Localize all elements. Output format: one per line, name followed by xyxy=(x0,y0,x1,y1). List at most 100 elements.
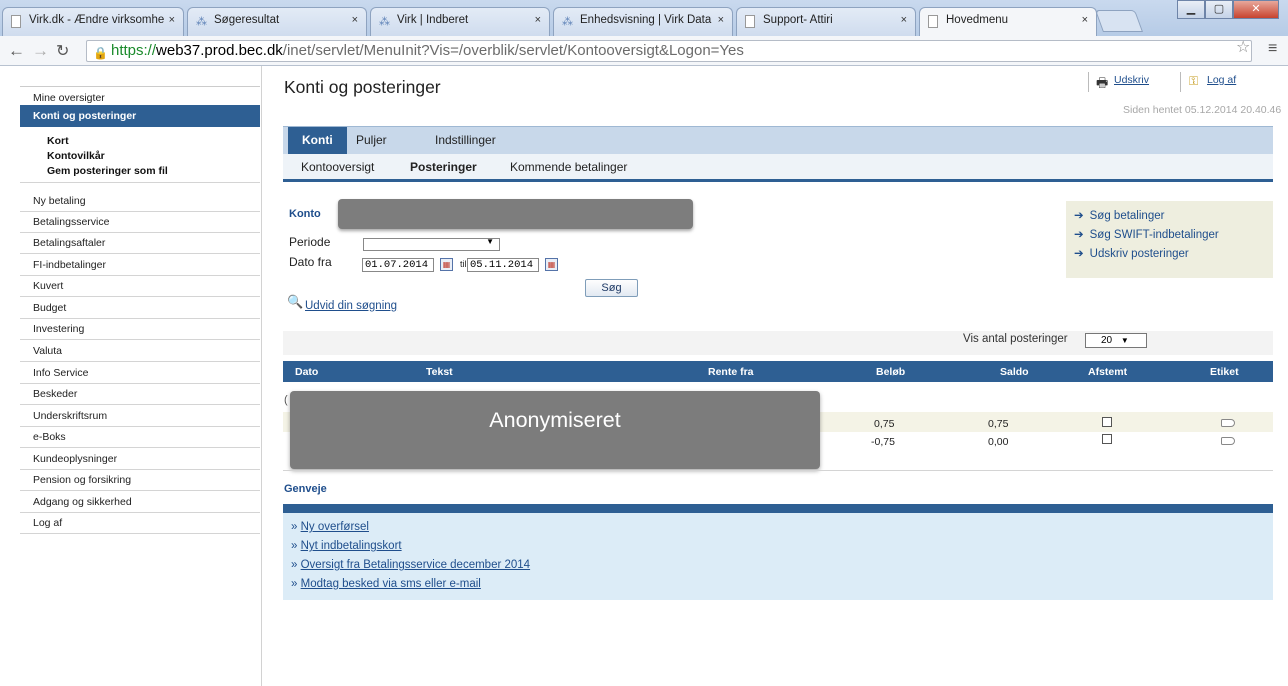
calendar-icon[interactable]: ▦ xyxy=(545,258,558,271)
tab-posteringer[interactable]: Posteringer xyxy=(410,154,477,181)
magnifier-icon[interactable]: 🔍 xyxy=(287,294,303,310)
column-rente-fra[interactable]: Rente fra xyxy=(708,366,754,378)
page-size-select[interactable]: 20 ▼ xyxy=(1085,333,1147,348)
sidebar-item-betalingsservice[interactable]: Betalingsservice xyxy=(20,211,260,233)
print-link[interactable]: Udskriv xyxy=(1114,74,1149,86)
address-bar[interactable]: 🔒 https://web37.prod.bec.dk/inet/servlet… xyxy=(86,40,1252,62)
tab-title: Virk | Indberet xyxy=(397,14,469,26)
sidebar-item-betalingsaftaler[interactable]: Betalingsaftaler xyxy=(20,232,260,254)
shortcut-label: Nyt indbetalingskort xyxy=(300,540,402,552)
window-close-icon[interactable]: ✕ xyxy=(1233,0,1279,19)
row-amount: 0,75 xyxy=(874,418,895,430)
anonymized-overlay: Anonymiseret xyxy=(290,391,820,469)
date-to-input[interactable]: 05.11.2014 xyxy=(467,258,539,272)
tab-kontooversigt[interactable]: Kontooversigt xyxy=(301,154,374,181)
tag-icon[interactable] xyxy=(1221,419,1235,427)
sidebar-item-kundeoplysninger[interactable]: Kundeoplysninger xyxy=(20,448,260,470)
logout-link[interactable]: Log af xyxy=(1207,74,1236,86)
browser-menu-icon[interactable]: ≡ xyxy=(1268,40,1277,58)
sidebar-item-valuta[interactable]: Valuta xyxy=(20,340,260,362)
forward-icon[interactable]: → xyxy=(32,41,49,61)
tab-konti[interactable]: Konti xyxy=(288,127,347,154)
browser-tab-support[interactable]: Support- Attiri × xyxy=(736,7,916,36)
url-path: /inet/servlet/MenuInit?Vis=/overblik/ser… xyxy=(282,42,744,59)
chevron-down-icon: ▼ xyxy=(1120,336,1129,345)
reconciled-checkbox[interactable] xyxy=(1102,434,1112,444)
quick-link-label: Udskriv posteringer xyxy=(1089,248,1189,260)
reload-icon[interactable]: ↻ xyxy=(56,41,69,61)
sidebar-item-adgang-og-sikkerhed[interactable]: Adgang og sikkerhed xyxy=(20,491,260,513)
minimize-icon[interactable]: ▁ xyxy=(1177,0,1205,19)
sidebar-item-log-af[interactable]: Log af xyxy=(20,512,260,534)
close-icon[interactable]: × xyxy=(901,14,907,26)
dato-fra-label: Dato fra xyxy=(289,255,332,269)
page-size-value: 20 xyxy=(1101,335,1113,346)
quick-link-udskriv-posteringer[interactable]: ➔ Udskriv posteringer xyxy=(1074,246,1189,260)
sidebar-item-investering[interactable]: Investering xyxy=(20,318,260,340)
expand-search-link[interactable]: Udvid din søgning xyxy=(305,300,397,312)
browser-tab-virk-indberet[interactable]: ⁂ Virk | Indberet × xyxy=(370,7,550,36)
back-icon[interactable]: ← xyxy=(8,41,25,61)
browser-tab-enhedsvisning[interactable]: ⁂ Enhedsvisning | Virk Data × xyxy=(553,7,733,36)
bookmark-star-icon[interactable]: ☆ xyxy=(1236,37,1250,57)
sidebar-item-konti-og-posteringer[interactable]: Konti og posteringer xyxy=(20,105,260,127)
tag-icon[interactable] xyxy=(1221,437,1235,445)
row-fragment: ( xyxy=(284,394,288,406)
sidebar-item-underskriftsrum[interactable]: Underskriftsrum xyxy=(20,405,260,427)
quick-link-soeg-swift[interactable]: ➔ Søg SWIFT-indbetalinger xyxy=(1074,227,1219,241)
account-anonymized-overlay xyxy=(338,199,693,229)
sidebar-item-kuvert[interactable]: Kuvert xyxy=(20,275,260,297)
column-etiket[interactable]: Etiket xyxy=(1210,366,1239,378)
search-button[interactable]: Søg xyxy=(585,279,638,297)
tab-puljer[interactable]: Puljer xyxy=(342,127,401,154)
tab-title: Søgeresultat xyxy=(214,14,280,26)
browser-tab-soegeresultat[interactable]: ⁂ Søgeresultat × xyxy=(187,7,367,36)
browser-toolbar: ← → ↻ 🔒 https://web37.prod.bec.dk/inet/s… xyxy=(0,36,1288,66)
close-icon[interactable]: × xyxy=(535,14,541,26)
new-tab-button[interactable] xyxy=(1094,10,1144,32)
chevron-down-icon: ▼ xyxy=(486,237,494,246)
page-icon xyxy=(11,15,21,28)
column-tekst[interactable]: Tekst xyxy=(426,366,453,378)
quick-link-soeg-betalinger[interactable]: ➔ Søg betalinger xyxy=(1074,208,1164,222)
close-icon[interactable]: × xyxy=(169,14,175,26)
tab-indstillinger[interactable]: Indstillinger xyxy=(421,127,510,154)
quick-link-label: Søg SWIFT-indbetalinger xyxy=(1089,229,1219,241)
close-icon[interactable]: × xyxy=(1082,14,1088,26)
column-saldo[interactable]: Saldo xyxy=(1000,366,1029,378)
sidebar-subitem-kontovilkaar[interactable]: Kontovilkår xyxy=(47,150,105,162)
tab-title: Enhedsvisning | Virk Data xyxy=(580,14,712,26)
sidebar-item-budget[interactable]: Budget xyxy=(20,297,260,319)
close-icon[interactable]: × xyxy=(718,14,724,26)
sidebar-item-beskeder[interactable]: Beskeder xyxy=(20,383,260,405)
sidebar-item-pension-og-forsikring[interactable]: Pension og forsikring xyxy=(20,469,260,491)
virk-icon: ⁂ xyxy=(562,16,573,28)
shortcut-nyt-indbetalingskort[interactable]: » Nyt indbetalingskort xyxy=(291,540,402,552)
column-beloeb[interactable]: Beløb xyxy=(876,366,905,378)
calendar-icon[interactable]: ▦ xyxy=(440,258,453,271)
periode-select[interactable]: ▼ xyxy=(363,237,500,251)
tab-kommende-betalinger[interactable]: Kommende betalinger xyxy=(510,154,627,181)
sidebar-item-info-service[interactable]: Info Service xyxy=(20,362,260,384)
key-icon[interactable]: ⚿ xyxy=(1189,74,1198,89)
sidebar-subitem-gem-posteringer[interactable]: Gem posteringer som fil xyxy=(47,165,168,177)
reconciled-checkbox[interactable] xyxy=(1102,417,1112,427)
close-icon[interactable]: × xyxy=(352,14,358,26)
maximize-icon[interactable]: ▢ xyxy=(1205,0,1233,19)
printer-icon[interactable]: 🖶 xyxy=(1096,74,1108,96)
date-from-input[interactable]: 01.07.2014 xyxy=(362,258,434,272)
arrow-right-icon: ➔ xyxy=(1074,210,1084,222)
shortcut-modtag-besked[interactable]: » Modtag besked via sms eller e-mail xyxy=(291,578,481,590)
column-afstemt[interactable]: Afstemt xyxy=(1088,366,1127,378)
periode-label: Periode xyxy=(289,235,331,249)
shortcut-oversigt-betalingsservice[interactable]: » Oversigt fra Betalingsservice december… xyxy=(291,559,530,571)
column-dato[interactable]: Dato xyxy=(295,366,318,378)
sidebar-item-e-boks[interactable]: e-Boks xyxy=(20,426,260,448)
sidebar-item-fi-indbetalinger[interactable]: FI-indbetalinger xyxy=(20,254,260,276)
browser-tab-hovedmenu[interactable]: Hovedmenu × xyxy=(919,7,1097,37)
shortcut-ny-overfoersel[interactable]: » Ny overførsel xyxy=(291,521,369,533)
browser-tab-virk-aendre[interactable]: Virk.dk - Ændre virksomhe × xyxy=(2,7,184,36)
sidebar-subitem-kort[interactable]: Kort xyxy=(47,135,69,147)
sidebar-item-ny-betaling[interactable]: Ny betaling xyxy=(20,190,260,212)
transactions-table-header: Dato Tekst Rente fra Beløb Saldo Afstemt… xyxy=(283,361,1273,382)
